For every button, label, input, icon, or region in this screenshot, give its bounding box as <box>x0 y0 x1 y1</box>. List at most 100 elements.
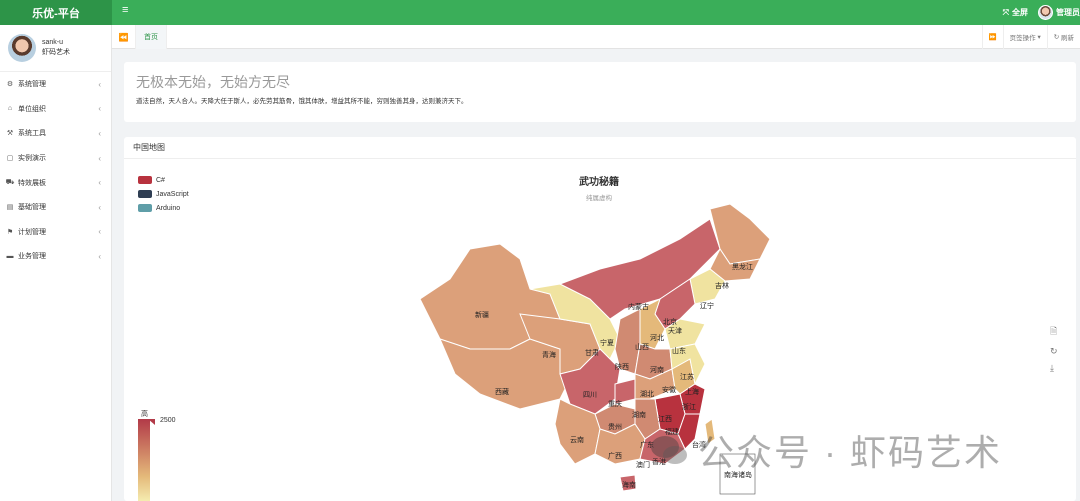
gear-icon: ⚙ <box>6 81 14 89</box>
label-xinjiang: 新疆 <box>475 310 489 319</box>
legend-label: Arduino <box>156 204 181 212</box>
label-guizhou: 贵州 <box>608 422 622 431</box>
map-card-header: 中国地图 <box>124 137 1076 159</box>
tabs-bar: ⏪ 首页 ⏩ 页签操作 ▾ ↻ 刷新 <box>112 25 1080 49</box>
brand-logo[interactable]: 乐优-平台 <box>0 0 112 25</box>
tab-scroll-right-button[interactable]: ⏩ <box>981 25 1003 49</box>
label-xizang: 西藏 <box>495 387 509 396</box>
user-panel: sank-u 虾码艺术 <box>0 25 111 72</box>
label-hubei: 湖北 <box>640 389 654 398</box>
label-zhejiang: 浙江 <box>682 402 696 411</box>
legend-item-javascript[interactable]: JavaScript <box>138 187 189 201</box>
label-shanxi: 山西 <box>635 342 649 351</box>
label-beijing: 北京 <box>663 317 677 326</box>
visual-map-max: 2500 <box>160 417 176 424</box>
label-liaoning: 辽宁 <box>700 301 714 310</box>
visual-map-handle[interactable] <box>148 419 155 425</box>
tab-home[interactable]: 首页 <box>136 25 167 49</box>
sidebar-item-label: 业务管理 <box>18 253 46 261</box>
avatar[interactable] <box>8 34 36 62</box>
sidebar: sank-u 虾码艺术 ⚙ 系统管理 ‹ ⌂ 单位组织 ‹ ⚒ 系统工具 ‹ ▢ 实例演示 ‹ … <box>0 25 112 501</box>
label-ningxia: 宁夏 <box>600 338 614 347</box>
label-shandong: 山东 <box>672 346 686 355</box>
flag-icon: ⚑ <box>6 228 14 236</box>
sidebar-item-label: 基础管理 <box>18 204 46 212</box>
legend-item-csharp[interactable]: C# <box>138 173 189 187</box>
download-icon[interactable]: ⤓ <box>1050 363 1058 374</box>
car-icon: ⛟ <box>5 179 15 187</box>
briefcase-icon: ▬ <box>6 252 14 260</box>
chevron-left-icon: ‹ <box>98 251 101 261</box>
sidebar-item-basic[interactable]: ▤ 基础管理 ‹ <box>0 195 111 220</box>
visual-map-slider[interactable]: 高 2500 <box>138 409 178 501</box>
user-name: sank-u <box>42 39 64 46</box>
data-view-icon[interactable]: 🗎 <box>1050 324 1058 340</box>
watermark-text: 公众号 · 虾码艺术 <box>698 432 1002 473</box>
chevron-left-icon: ‹ <box>98 227 101 237</box>
sidebar-item-effects[interactable]: ⛟ 特效展板 ‹ <box>0 170 111 195</box>
sidebar-item-label: 特效展板 <box>18 179 46 187</box>
chevron-left-icon: ‹ <box>98 79 101 89</box>
admin-label: 管理员 <box>1056 8 1080 17</box>
chart-legend: C# JavaScript Arduino <box>138 173 189 215</box>
label-jiangxi: 江西 <box>658 415 672 423</box>
label-neimenggu: 内蒙古 <box>628 302 649 311</box>
label-sichuan: 四川 <box>583 391 597 399</box>
sidebar-item-label: 系统工具 <box>18 130 46 138</box>
welcome-text: 道法自然，天人合人。天降大任于斯人，必先劳其筋骨，饿其体肤，增益其所不能，穷则独… <box>136 98 468 105</box>
label-heilongjiang: 黑龙江 <box>732 262 753 271</box>
chevron-left-icon: ‹ <box>98 104 101 114</box>
server-icon: ▤ <box>6 204 14 212</box>
chevron-left-icon: ‹ <box>98 153 101 163</box>
restore-icon[interactable]: ↻ <box>1050 346 1058 357</box>
refresh-label: 刷新 <box>1061 35 1074 42</box>
chevron-left-icon: ‹ <box>98 202 101 212</box>
label-yunnan: 云南 <box>570 435 584 444</box>
label-jilin: 吉林 <box>715 281 729 290</box>
page-ops-label: 页签操作 <box>1009 35 1036 42</box>
label-hebei: 河北 <box>650 334 664 342</box>
legend-swatch <box>138 204 152 212</box>
chart-toolbox: 🗎 ↻ ⤓ <box>1050 324 1058 374</box>
label-anhui: 安徽 <box>662 385 676 394</box>
legend-item-arduino[interactable]: Arduino <box>138 201 189 215</box>
admin-menu[interactable]: 管理员 <box>1038 5 1080 20</box>
label-qinghai: 青海 <box>542 350 556 359</box>
label-jiangsu: 江苏 <box>680 372 694 381</box>
sidebar-item-system[interactable]: ⚙ 系统管理 ‹ <box>0 72 111 97</box>
label-guangxi: 广西 <box>608 451 622 460</box>
chart-title-block: 武功秘籍 纯属虚构 <box>504 173 694 202</box>
chevron-left-icon: ‹ <box>98 178 101 188</box>
sidebar-item-business[interactable]: ▬ 业务管理 ‹ <box>0 244 111 269</box>
chevron-left-icon: ‹ <box>98 128 101 138</box>
expand-icon: ⤧ <box>1002 7 1009 17</box>
home-icon: ⌂ <box>7 105 13 113</box>
sidebar-item-plan[interactable]: ⚑ 计划管理 ‹ <box>0 220 111 245</box>
visual-map-bar[interactable] <box>138 419 150 501</box>
label-henan: 河南 <box>650 365 664 374</box>
tools-icon: ⚒ <box>6 130 14 138</box>
user-subtitle: 虾码艺术 <box>42 49 70 56</box>
visual-map-high-label: 高 <box>141 411 148 418</box>
sidebar-item-org[interactable]: ⌂ 单位组织 ‹ <box>0 97 111 122</box>
top-navbar: 乐优-平台 ≡ ⤧ 全屏 管理员 <box>0 0 1080 25</box>
label-chongqing: 重庆 <box>608 399 622 408</box>
sidebar-item-demo[interactable]: ▢ 实例演示 ‹ <box>0 146 111 171</box>
wechat-icon <box>648 431 690 469</box>
refresh-button[interactable]: ↻ 刷新 <box>1046 25 1080 49</box>
page-ops-dropdown[interactable]: 页签操作 ▾ <box>1002 25 1047 49</box>
fullscreen-label: 全屏 <box>1012 8 1028 17</box>
sidebar-item-label: 计划管理 <box>18 228 46 236</box>
admin-avatar <box>1038 5 1053 20</box>
label-hunan: 湖南 <box>632 410 646 419</box>
region-xizang <box>439 338 571 410</box>
fullscreen-button[interactable]: ⤧ 全屏 <box>1003 7 1028 18</box>
legend-label: C# <box>156 176 165 184</box>
label-hainan: 海南 <box>622 480 636 489</box>
tab-scroll-left-button[interactable]: ⏪ <box>112 25 136 49</box>
refresh-icon: ↻ <box>1053 34 1060 41</box>
label-tianjin: 天津 <box>668 327 682 335</box>
label-shanghai: 上海 <box>685 387 699 396</box>
sidebar-item-tools[interactable]: ⚒ 系统工具 ‹ <box>0 121 111 146</box>
hamburger-icon[interactable]: ≡ <box>122 4 128 16</box>
